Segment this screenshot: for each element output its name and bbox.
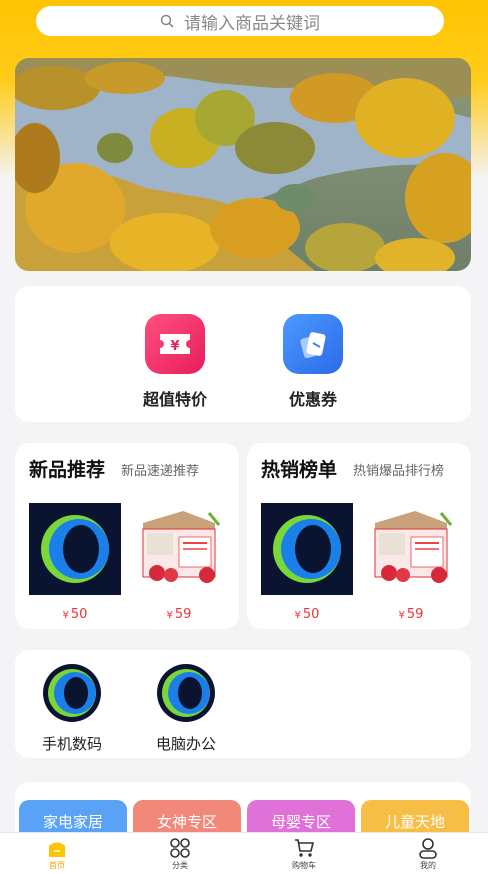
feature-title: 新品推荐 (29, 459, 106, 481)
category-phone-digital[interactable]: 手机数码 (27, 664, 117, 754)
tab-label: 首页 (49, 861, 65, 870)
tab-label: 分类 (172, 861, 188, 870)
ring-logo-image (261, 503, 353, 595)
promo-coupon[interactable]: 优惠券 (263, 314, 363, 410)
home-icon (49, 842, 65, 857)
bottom-tab-bar: 首页 分类 购物车 我的 (0, 832, 488, 874)
feature-subtitle: 热销爆品排行榜 (353, 464, 445, 479)
product-item[interactable]: ¥50 (29, 503, 121, 622)
profile-icon (419, 838, 437, 859)
product-price: ¥50 (261, 607, 353, 622)
tab-category[interactable]: 分类 (150, 837, 210, 871)
ticket-yen-icon: ¥ (145, 314, 205, 374)
category-label: 电脑办公 (155, 735, 216, 753)
price-value: 59 (174, 607, 192, 622)
category-icon (170, 838, 190, 858)
promo-label: 优惠券 (288, 390, 337, 409)
search-placeholder: 请输入商品关键词 (184, 13, 320, 34)
coupon-icon (283, 314, 343, 374)
apple-box-image (365, 503, 457, 595)
category-label: 手机数码 (41, 735, 102, 753)
hot-sales-card[interactable]: 热销榜单 热销爆品排行榜 ¥50 ¥59 (247, 443, 471, 629)
product-item[interactable]: ¥59 (365, 503, 457, 622)
currency-symbol: ¥ (398, 610, 405, 621)
new-products-card[interactable]: 新品推荐 新品速递推荐 ¥50 ¥59 (15, 443, 239, 629)
product-price: ¥59 (133, 607, 225, 622)
autumn-forest-river-image (15, 58, 471, 271)
banner-image[interactable] (15, 58, 471, 271)
ring-logo-icon (43, 664, 101, 722)
search-icon (160, 14, 174, 28)
feature-title: 热销榜单 (261, 459, 338, 481)
svg-text:¥: ¥ (170, 339, 179, 354)
ring-logo-image (29, 503, 121, 595)
currency-symbol: ¥ (294, 610, 301, 621)
product-price: ¥59 (365, 607, 457, 622)
promo-card: ¥ 超值特价 优惠券 (15, 286, 471, 422)
apple-box-image (133, 503, 225, 595)
promo-special-price[interactable]: ¥ 超值特价 (125, 314, 225, 410)
product-item[interactable]: ¥59 (133, 503, 225, 622)
product-item[interactable]: ¥50 (261, 503, 353, 622)
search-bar[interactable]: 请输入商品关键词 (36, 6, 444, 36)
promo-label: 超值特价 (142, 390, 207, 409)
currency-symbol: ¥ (62, 610, 69, 621)
tab-cart[interactable]: 购物车 (274, 837, 334, 871)
tab-label: 我的 (420, 861, 436, 870)
ring-logo-icon (157, 664, 215, 722)
currency-symbol: ¥ (166, 610, 173, 621)
product-price: ¥50 (29, 607, 121, 622)
tab-home[interactable]: 首页 (27, 837, 87, 871)
feature-subtitle: 新品速递推荐 (121, 464, 200, 479)
tab-profile[interactable]: 我的 (398, 837, 458, 871)
category-card: 手机数码 电脑办公 (15, 650, 471, 758)
price-value: 50 (70, 607, 88, 622)
price-value: 50 (302, 607, 320, 622)
price-value: 59 (406, 607, 424, 622)
tab-label: 购物车 (292, 861, 316, 870)
category-computer-office[interactable]: 电脑办公 (141, 664, 231, 754)
cart-icon (295, 839, 315, 857)
